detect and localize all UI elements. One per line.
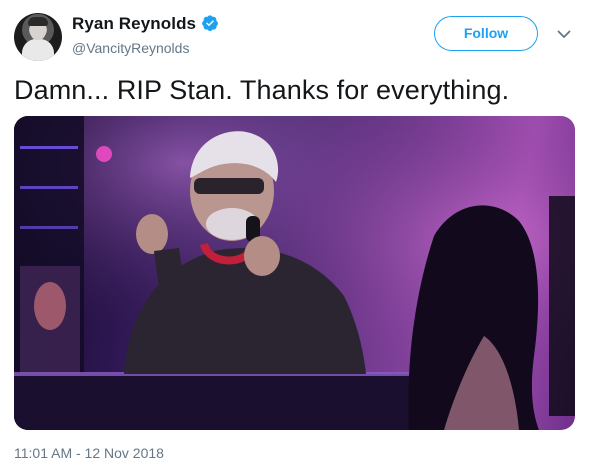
follow-button[interactable]: Follow [434,16,538,51]
tweet-timestamp[interactable]: 11:01 AM - 12 Nov 2018 [14,445,164,461]
tweet-photo[interactable] [14,116,575,430]
verified-badge-icon [202,15,218,32]
author-display-name[interactable]: Ryan Reynolds [72,14,196,34]
author-handle[interactable]: @VancityReynolds [72,40,189,56]
avatar-hair-shape [28,17,48,26]
photo-scene [14,116,575,430]
tweet-card: Ryan Reynolds @VancityReynolds Follow Da… [0,0,594,472]
avatar[interactable] [14,13,62,61]
tweet-text: Damn... RIP Stan. Thanks for everything. [14,75,510,105]
chevron-down-icon[interactable] [556,26,572,42]
avatar-body-shape [22,39,54,61]
